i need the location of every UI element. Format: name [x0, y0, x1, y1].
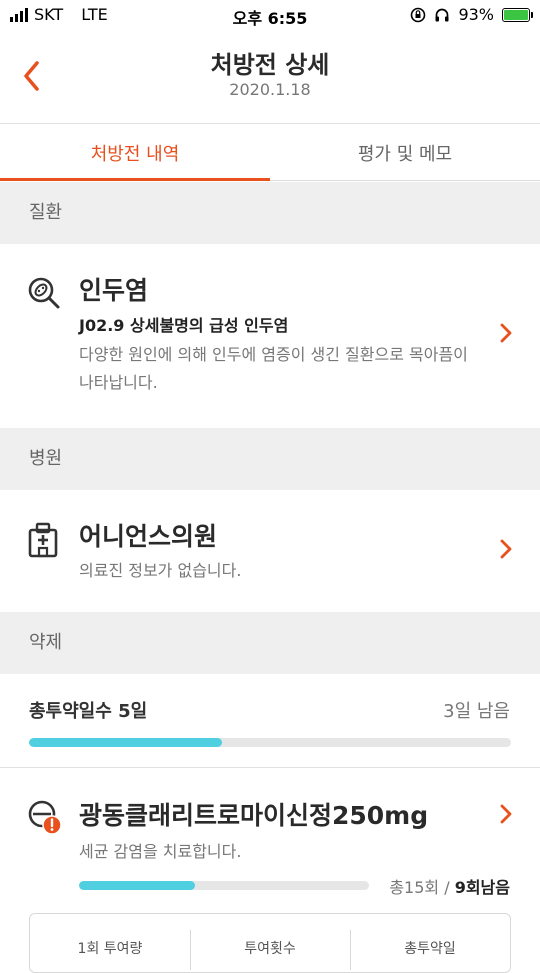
chevron-right-icon[interactable]	[498, 538, 514, 560]
hospital-card[interactable]: 어니언스의원 의료진 정보가 없습니다.	[0, 490, 540, 612]
chevron-right-icon[interactable]	[498, 322, 514, 344]
headphones-icon	[435, 8, 449, 21]
virus-search-icon	[28, 277, 60, 309]
battery-icon	[502, 7, 533, 22]
pill-alert-icon	[28, 800, 62, 835]
column-header-frequency: 투여횟수	[190, 914, 350, 972]
hospital-info: 의료진 정보가 없습니다.	[79, 561, 242, 580]
disease-name: 인두염	[79, 276, 149, 305]
hospital-building-icon	[28, 522, 58, 558]
nav-header: 처방전 상세 2020.1.18	[0, 30, 540, 124]
drug-description: 세균 감염을 치료합니다.	[79, 842, 242, 861]
dose-count: 총15회 / 9회남음	[389, 874, 510, 898]
drug-name: 광동클래리트로마이신정250mg	[79, 801, 429, 830]
page-title: 처방전 상세	[210, 51, 330, 79]
prescription-date: 2020.1.18	[229, 80, 311, 99]
hospital-name: 어니언스의원	[79, 522, 218, 551]
column-header-total-days: 총투약일	[350, 914, 510, 972]
section-header-medicine: 약제	[0, 612, 540, 674]
total-days-card: 총투약일수 5일 3일 남음	[0, 674, 540, 768]
dosage-table: 1회 투여량 투여횟수 총투약일	[29, 913, 511, 973]
disease-card[interactable]: 인두염 J02.9 상세불명의 급성 인두염 다양한 원인에 의해 인두에 염증…	[0, 244, 540, 428]
battery-percent: 93%	[458, 5, 494, 24]
tab-prescription-history[interactable]: 처방전 내역	[0, 124, 270, 181]
section-header-hospital: 병원	[0, 428, 540, 490]
section-header-disease: 질환	[0, 182, 540, 244]
tab-evaluation-memo[interactable]: 평가 및 메모	[270, 124, 540, 180]
column-header-dose: 1회 투여량	[77, 941, 143, 957]
orientation-lock-icon	[411, 7, 426, 22]
tab-bar: 처방전 내역 평가 및 메모	[0, 124, 540, 181]
disease-code: J02.9 상세불명의 급성 인두염	[79, 316, 289, 335]
dose-count-separator: /	[439, 878, 455, 897]
dose-progress-bar	[79, 881, 369, 890]
dose-count-remaining: 9회남음	[454, 878, 510, 897]
total-days-label: 총투약일수 5일	[29, 701, 148, 722]
dose-count-total: 총15회	[389, 878, 440, 897]
disease-description: 다양한 원인에 의해 인두에 염증이 생긴 질환으로 목아픔이 나타납니다.	[79, 345, 468, 392]
remaining-days: 3일 남음	[443, 701, 510, 722]
chevron-right-icon[interactable]	[498, 803, 514, 825]
dose-progress-fill	[79, 881, 195, 890]
days-progress-bar	[29, 738, 511, 747]
status-bar: SKT LTE 오후 6:55 93%	[0, 0, 540, 30]
days-progress-fill	[29, 738, 222, 747]
